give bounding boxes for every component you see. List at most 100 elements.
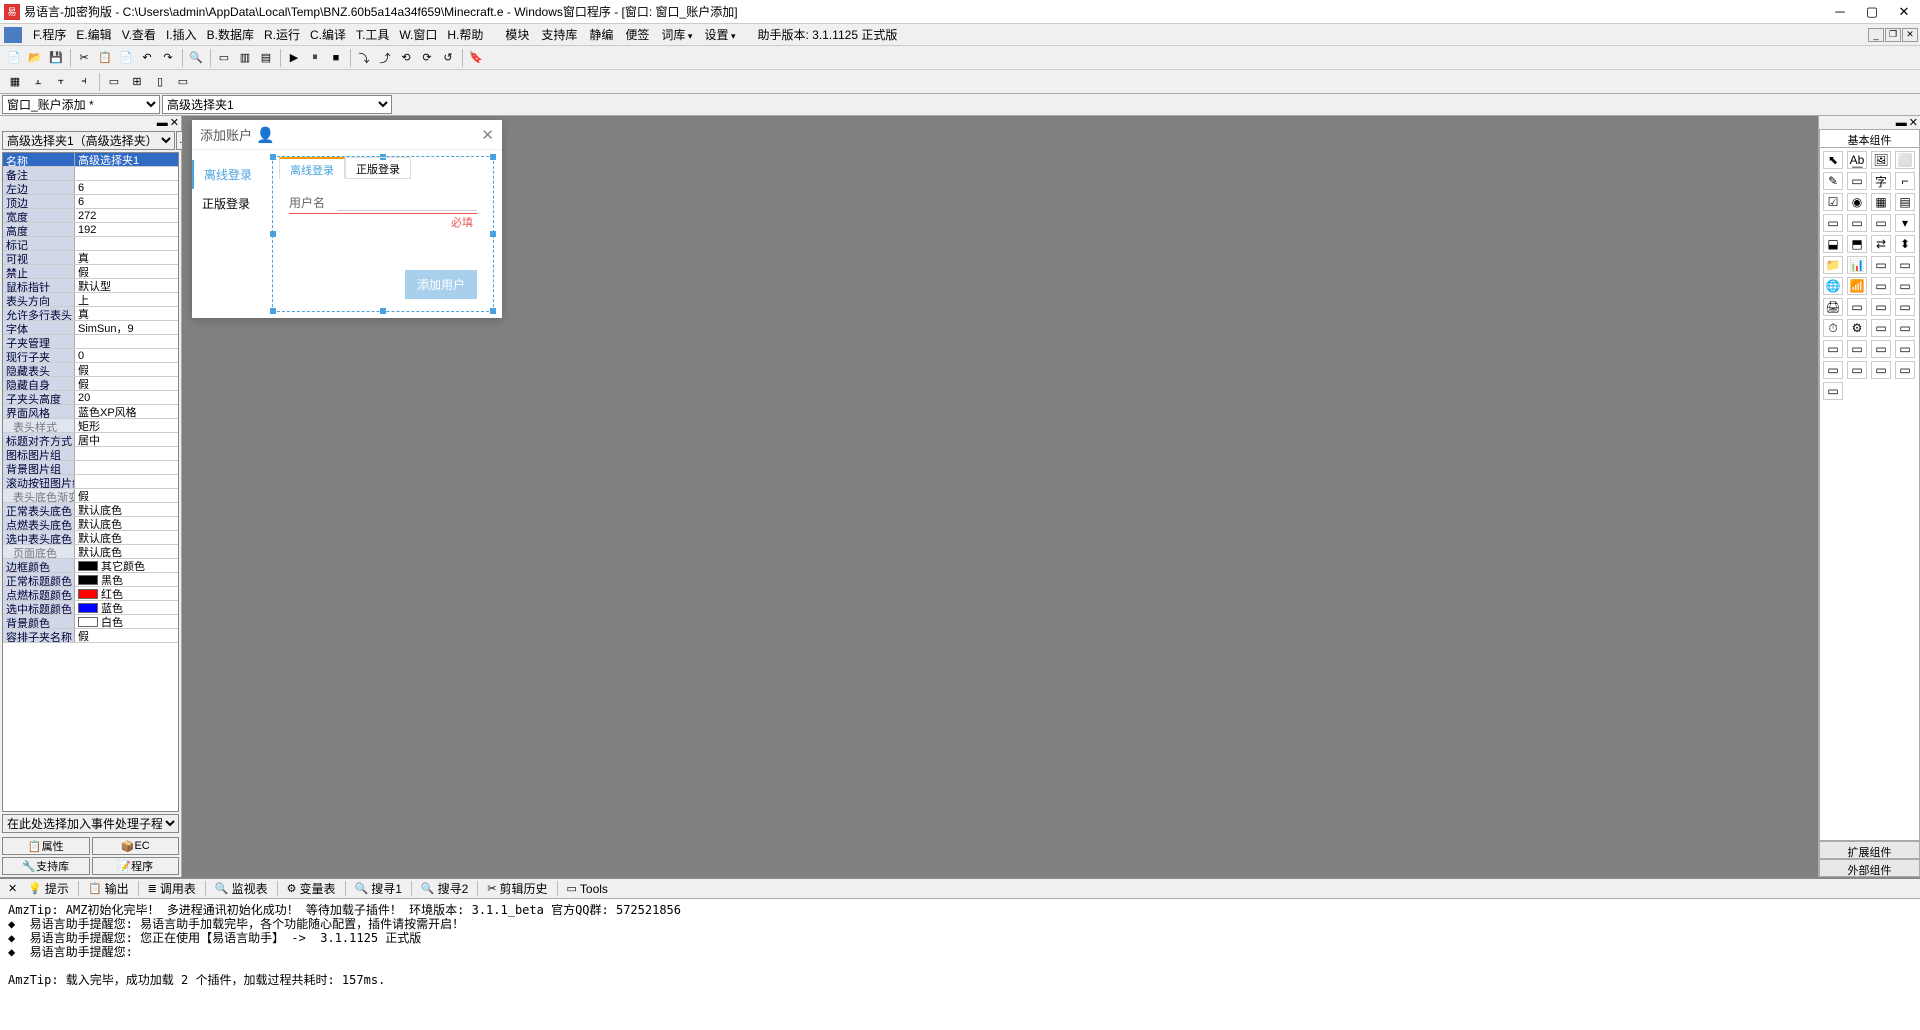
component-item[interactable]: ▾ bbox=[1895, 214, 1915, 232]
tab-ext-components[interactable]: 扩展组件 bbox=[1819, 841, 1920, 859]
prop-row[interactable]: 高度192 bbox=[3, 223, 178, 237]
output-tab[interactable]: ▭Tools bbox=[560, 880, 615, 898]
copy-button[interactable]: 📋 bbox=[95, 48, 115, 68]
menu-program[interactable]: F.程序 bbox=[28, 24, 71, 45]
form-close-icon[interactable]: ✕ bbox=[481, 126, 494, 144]
prop-row[interactable]: 备注 bbox=[3, 167, 178, 181]
left-tab-official[interactable]: 正版登录 bbox=[192, 189, 272, 218]
prop-row[interactable]: 隐藏自身假 bbox=[3, 377, 178, 391]
layout2-button[interactable]: ▥ bbox=[235, 48, 255, 68]
step4-button[interactable]: ⟳ bbox=[417, 48, 437, 68]
component-item[interactable]: ⬒ bbox=[1847, 235, 1867, 253]
component-item[interactable]: ▭ bbox=[1847, 340, 1867, 358]
left-tab-offline[interactable]: 离线登录 bbox=[192, 160, 272, 189]
layout1-button[interactable]: ▭ bbox=[214, 48, 234, 68]
component-item[interactable]: 📊 bbox=[1847, 256, 1867, 274]
prop-row[interactable]: 正常标题颜色黑色 bbox=[3, 573, 178, 587]
paste-button[interactable]: 📄 bbox=[116, 48, 136, 68]
component-item[interactable]: 🖨 bbox=[1823, 298, 1843, 316]
component-item[interactable]: ▭ bbox=[1895, 277, 1915, 295]
mdi-close[interactable]: ✕ bbox=[1902, 28, 1918, 42]
rp-pin-icon[interactable]: ▬ bbox=[1896, 117, 1907, 129]
ec-button[interactable]: 📦 EC bbox=[92, 837, 180, 855]
menu-edit[interactable]: E.编辑 bbox=[71, 24, 116, 45]
component-item[interactable]: A͟b bbox=[1847, 151, 1867, 169]
find-button[interactable]: 🔍 bbox=[186, 48, 206, 68]
component-item[interactable]: ⚙ bbox=[1847, 319, 1867, 337]
form-window[interactable]: 添加账户 👤 ✕ 离线登录 正版登录 bbox=[192, 120, 502, 318]
prop-row[interactable]: 图标图片组 bbox=[3, 447, 178, 461]
component-item[interactable]: ▭ bbox=[1895, 361, 1915, 379]
component-item[interactable]: 📁 bbox=[1823, 256, 1843, 274]
prop-row[interactable]: 宽度272 bbox=[3, 209, 178, 223]
menu-settings[interactable]: 设置 bbox=[699, 24, 740, 45]
step5-button[interactable]: ↺ bbox=[438, 48, 458, 68]
rp-close-icon[interactable]: ✕ bbox=[1909, 116, 1918, 129]
order2-button[interactable]: ⊞ bbox=[126, 72, 148, 92]
code-button[interactable]: 📝 程序 bbox=[92, 857, 180, 875]
menu-window[interactable]: W.窗口 bbox=[394, 24, 442, 45]
component-item[interactable]: ▭ bbox=[1895, 340, 1915, 358]
component-item[interactable]: ▤ bbox=[1895, 193, 1915, 211]
component-item[interactable]: ▭ bbox=[1823, 340, 1843, 358]
attr-button[interactable]: 📋 属性 bbox=[2, 837, 90, 855]
support-button[interactable]: 🔧 支持库 bbox=[2, 857, 90, 875]
component-item[interactable]: ▭ bbox=[1895, 256, 1915, 274]
close-button[interactable]: ✕ bbox=[1888, 2, 1920, 22]
component-item[interactable]: ▭ bbox=[1895, 298, 1915, 316]
maximize-button[interactable]: ▢ bbox=[1856, 2, 1888, 22]
menu-compile[interactable]: C.编译 bbox=[305, 24, 351, 45]
prop-row[interactable]: 顶边6 bbox=[3, 195, 178, 209]
step2-button[interactable]: ⤴ bbox=[375, 48, 395, 68]
component-item[interactable]: ⬉ bbox=[1823, 151, 1843, 169]
component-item[interactable]: ⌐ bbox=[1895, 172, 1915, 190]
mdi-minimize[interactable]: _ bbox=[1868, 28, 1884, 42]
order4-button[interactable]: ▭ bbox=[172, 72, 194, 92]
prop-row[interactable]: 标记 bbox=[3, 237, 178, 251]
component-item[interactable]: 字 bbox=[1871, 172, 1891, 190]
menu-dict[interactable]: 词库 bbox=[656, 24, 697, 45]
component-item[interactable]: ⬜ bbox=[1895, 151, 1915, 169]
selected-tabcontrol[interactable]: 离线登录 正版登录 用户名 必填 添加用户 bbox=[272, 156, 494, 312]
component-item[interactable]: ▭ bbox=[1847, 214, 1867, 232]
component-item[interactable]: 🌐 bbox=[1823, 277, 1843, 295]
prop-row[interactable]: 点燃标题颜色红色 bbox=[3, 587, 178, 601]
align3-button[interactable]: ⫞ bbox=[73, 72, 95, 92]
prop-row[interactable]: 容排子夹名称假 bbox=[3, 629, 178, 643]
menu-help[interactable]: H.帮助 bbox=[442, 24, 488, 45]
undo-button[interactable]: ↶ bbox=[137, 48, 157, 68]
step3-button[interactable]: ⟲ bbox=[396, 48, 416, 68]
property-selector[interactable]: 高级选择夹1（高级选择夹） bbox=[2, 131, 175, 150]
bp-close-icon[interactable]: ✕ bbox=[8, 882, 17, 895]
prop-row[interactable]: 隐藏表头假 bbox=[3, 363, 178, 377]
component-item[interactable]: ▭ bbox=[1823, 382, 1843, 400]
component-item[interactable]: 📶 bbox=[1847, 277, 1867, 295]
align2-button[interactable]: ⫟ bbox=[50, 72, 72, 92]
component-item[interactable]: ▭ bbox=[1895, 319, 1915, 337]
component-item[interactable]: ✎ bbox=[1823, 172, 1843, 190]
menu-static[interactable]: 静编 bbox=[584, 24, 618, 45]
output-tab[interactable]: 🔍监视表 bbox=[208, 878, 275, 899]
open-button[interactable]: 📂 bbox=[25, 48, 45, 68]
component-item[interactable]: ▭ bbox=[1871, 319, 1891, 337]
order3-button[interactable]: ▯ bbox=[149, 72, 171, 92]
prop-row[interactable]: 滚动按钮图片组 bbox=[3, 475, 178, 489]
prop-row[interactable]: 可视真 bbox=[3, 251, 178, 265]
component-item[interactable]: ▭ bbox=[1823, 361, 1843, 379]
component-item[interactable]: ▭ bbox=[1847, 361, 1867, 379]
stop-button[interactable]: ■ bbox=[326, 48, 346, 68]
prop-row[interactable]: 鼠标指针默认型 bbox=[3, 279, 178, 293]
tab-basic-components[interactable]: 基本组件 bbox=[1819, 129, 1920, 147]
bookmark-button[interactable]: 🔖 bbox=[466, 48, 486, 68]
pause-button[interactable]: ⏸ bbox=[305, 48, 325, 68]
mdi-restore[interactable]: ❐ bbox=[1885, 28, 1901, 42]
menu-support[interactable]: 支持库 bbox=[536, 24, 582, 45]
component-item[interactable]: ⬓ bbox=[1823, 235, 1843, 253]
menu-insert[interactable]: I.插入 bbox=[161, 24, 202, 45]
panel-pin-icon[interactable]: ▬ bbox=[157, 117, 168, 129]
order1-button[interactable]: ▭ bbox=[103, 72, 125, 92]
prop-row[interactable]: 背景颜色白色 bbox=[3, 615, 178, 629]
align1-button[interactable]: ⫠ bbox=[27, 72, 49, 92]
prop-row[interactable]: 选中标题颜色蓝色 bbox=[3, 601, 178, 615]
component-item[interactable]: 🖼 bbox=[1871, 151, 1891, 169]
